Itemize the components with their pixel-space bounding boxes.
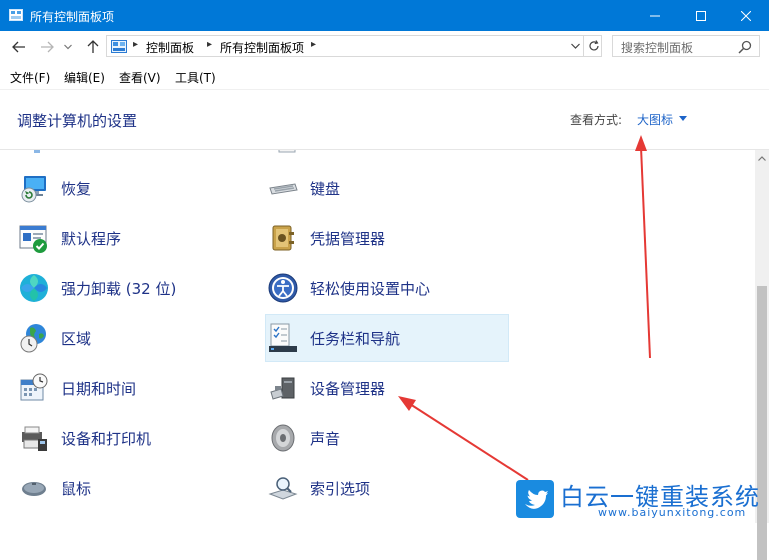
item-label: 恢复	[61, 180, 92, 198]
search-box[interactable]: 搜索控制面板	[612, 35, 760, 57]
search-placeholder: 搜索控制面板	[621, 41, 694, 55]
item-label: 区域	[61, 330, 92, 348]
navigation-bar: ▸ 控制面板 ▸ 所有控制面板项 ▸ 搜索控制面板	[0, 31, 769, 63]
items-panel: 恢复 默认程序 强力卸载 (32 位) 区域 日期和时间 设备和打印机 鼠标 键…	[0, 150, 755, 523]
item-date-time[interactable]: 日期和时间	[16, 364, 260, 412]
sound-icon	[271, 424, 295, 452]
item-label: 凭据管理器	[310, 230, 386, 248]
view-by-label: 查看方式:	[570, 113, 623, 127]
item-label: 索引选项	[310, 480, 371, 498]
window-title: 所有控制面板项	[30, 10, 115, 24]
view-by-dropdown[interactable]: 大图标	[637, 111, 673, 128]
item-label: 设备和打印机	[61, 430, 152, 448]
back-arrow-icon	[12, 41, 25, 53]
device-manager-icon	[270, 377, 295, 400]
vertical-scrollbar[interactable]	[755, 150, 769, 560]
item-recovery[interactable]: 恢复	[16, 164, 260, 212]
uninstaller-icon	[20, 274, 48, 302]
refresh-icon	[588, 40, 599, 51]
item-credential-manager[interactable]: 凭据管理器	[265, 214, 509, 262]
item-label: 默认程序	[61, 230, 122, 248]
item-label: 强力卸载 (32 位)	[61, 280, 177, 298]
item-default-programs[interactable]: 默认程序	[16, 214, 260, 262]
indexing-icon	[268, 477, 298, 500]
breadcrumb-control-panel[interactable]: 控制面板	[146, 39, 194, 56]
menu-view[interactable]: 查看(V)	[119, 69, 161, 86]
back-button[interactable]	[10, 38, 28, 56]
ease-of-access-icon	[268, 273, 298, 303]
breadcrumb-separator-icon: ▸	[133, 39, 139, 50]
up-button[interactable]	[84, 38, 102, 56]
taskbar-icon	[269, 323, 297, 352]
credential-manager-icon	[272, 225, 294, 251]
forward-button[interactable]	[38, 38, 56, 56]
minimize-button[interactable]	[632, 0, 678, 31]
item-indexing-options[interactable]: 索引选项	[265, 464, 509, 512]
control-panel-icon	[111, 40, 127, 53]
item-sound[interactable]: 声音	[265, 414, 509, 462]
keyboard-icon	[269, 183, 298, 195]
recent-locations-button[interactable]	[62, 38, 74, 56]
item-keyboard[interactable]: 键盘	[265, 164, 509, 212]
item-device-manager[interactable]: 设备管理器	[265, 364, 509, 412]
region-icon	[20, 324, 46, 353]
item-region[interactable]: 区域	[16, 314, 260, 362]
refresh-button[interactable]	[583, 36, 603, 56]
page-header: 调整计算机的设置 查看方式: 大图标	[0, 90, 769, 150]
item-label: 任务栏和导航	[310, 330, 401, 348]
devices-printers-icon	[22, 426, 47, 451]
bird-logo-icon	[516, 480, 554, 518]
item-label: 鼠标	[61, 480, 92, 498]
recovery-icon	[21, 176, 46, 203]
chevron-up-icon	[758, 156, 766, 161]
minimize-icon	[650, 15, 660, 16]
watermark: 白云一键重装系统 www.baiyunxitong.com	[512, 474, 769, 523]
caret-down-icon[interactable]	[679, 116, 687, 121]
item-label: 设备管理器	[310, 380, 386, 398]
search-icon[interactable]	[737, 39, 753, 55]
mouse-icon	[22, 482, 46, 496]
close-icon	[741, 10, 751, 21]
twitter-bird-icon	[525, 490, 548, 509]
breadcrumb-separator-icon[interactable]: ▸	[207, 39, 212, 50]
item-label: 键盘	[310, 180, 341, 198]
item-taskbar-navigation[interactable]: 任务栏和导航	[265, 314, 509, 362]
page-title: 调整计算机的设置	[17, 112, 138, 130]
breadcrumb-separator-icon[interactable]: ▸	[311, 39, 316, 50]
control-panel-icon	[9, 9, 23, 21]
menu-edit[interactable]: 编辑(E)	[64, 69, 105, 86]
menu-bar: 文件(F) 编辑(E) 查看(V) 工具(T)	[0, 63, 769, 90]
chevron-down-icon	[570, 43, 580, 49]
partial-item-icon	[278, 150, 296, 153]
address-bar[interactable]: ▸ 控制面板 ▸ 所有控制面板项 ▸	[106, 35, 602, 57]
item-devices-printers[interactable]: 设备和打印机	[16, 414, 260, 462]
item-label: 日期和时间	[61, 380, 137, 398]
item-label: 轻松使用设置中心	[310, 280, 431, 298]
item-label: 声音	[310, 430, 341, 448]
maximize-icon	[696, 10, 706, 21]
watermark-url: www.baiyunxitong.com	[598, 506, 747, 519]
chevron-down-icon	[64, 44, 72, 50]
menu-file[interactable]: 文件(F)	[10, 69, 50, 86]
close-button[interactable]	[723, 0, 769, 31]
partial-item-icon	[34, 150, 40, 153]
scroll-up-button[interactable]	[755, 150, 769, 167]
up-arrow-icon	[87, 40, 99, 53]
maximize-button[interactable]	[678, 0, 724, 31]
forward-arrow-icon	[41, 41, 54, 53]
item-mouse[interactable]: 鼠标	[16, 464, 260, 512]
item-uninstaller[interactable]: 强力卸载 (32 位)	[16, 264, 260, 312]
address-history-dropdown[interactable]	[565, 37, 584, 55]
breadcrumb-all-items[interactable]: 所有控制面板项	[220, 39, 304, 56]
default-programs-icon	[19, 225, 47, 253]
item-ease-of-access[interactable]: 轻松使用设置中心	[265, 264, 509, 312]
title-bar: 所有控制面板项	[0, 0, 769, 31]
date-time-icon	[20, 373, 48, 401]
menu-tools[interactable]: 工具(T)	[175, 69, 216, 86]
